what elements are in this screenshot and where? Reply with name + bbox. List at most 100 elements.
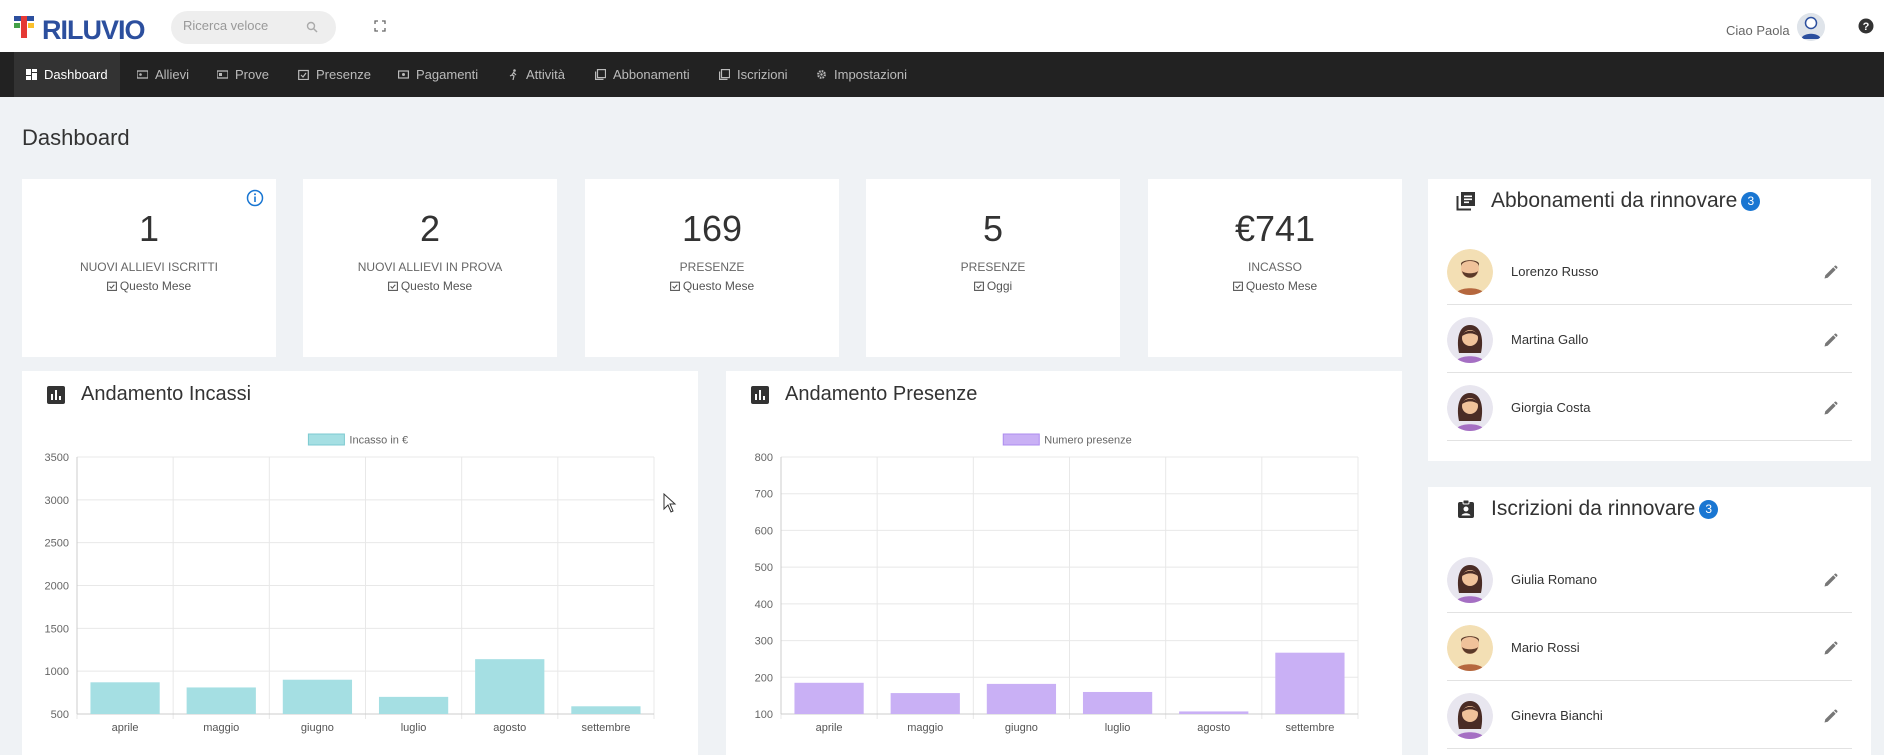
nav-label: Pagamenti [416, 67, 479, 82]
x-tick-label: settembre [1285, 722, 1334, 734]
main-nav: Dashboard Allievi Prove Presenze Pagamen… [0, 52, 1884, 97]
avatar [1447, 385, 1493, 431]
bar-maggio[interactable] [890, 693, 960, 714]
female-avatar-icon [1447, 385, 1493, 431]
search-icon[interactable] [306, 21, 318, 33]
nav-label: Attività [526, 67, 566, 82]
user-avatar[interactable] [1797, 13, 1825, 41]
kpi-trial-students: 2 NUOVI ALLIEVI IN PROVA Questo Mese [303, 179, 557, 357]
y-tick-label: 600 [755, 525, 773, 537]
x-tick-label: agosto [1197, 722, 1230, 734]
y-tick-label: 500 [755, 562, 773, 574]
subscriptions-icon [595, 69, 606, 80]
person-name: Martina Gallo [1511, 332, 1589, 347]
bar-maggio[interactable] [186, 687, 256, 714]
kpi-revenue: €741 INCASSO Questo Mese [1148, 179, 1402, 357]
kpi-period-label: Oggi [986, 279, 1013, 293]
edit-pencil-icon[interactable] [1823, 641, 1838, 656]
subscriptions-icon [1456, 192, 1475, 211]
help-icon[interactable]: ? [1858, 18, 1874, 34]
kpi-value: 1 [138, 208, 160, 249]
bar-settembre[interactable] [1275, 652, 1345, 714]
nav-item-impostazioni[interactable]: Impostazioni [804, 52, 919, 97]
nav-label: Impostazioni [834, 67, 907, 82]
bar-luglio[interactable] [378, 696, 449, 714]
mouse-cursor-icon [663, 493, 677, 513]
bar-agosto[interactable] [1179, 711, 1249, 714]
nav-item-pagamenti[interactable]: Pagamenti [386, 52, 490, 97]
kpi-label: PRESENZE [679, 260, 745, 274]
students-icon [137, 70, 148, 79]
panel-title: Iscrizioni da rinnovare [1491, 497, 1696, 520]
person-row[interactable]: Martina Gallo [1447, 305, 1852, 373]
y-tick-label: 1000 [45, 666, 69, 678]
edit-pencil-icon[interactable] [1823, 709, 1838, 724]
edit-pencil-icon[interactable] [1823, 265, 1838, 280]
user-greeting: Ciao Paola [1726, 23, 1790, 38]
kpi-value: €741 [1234, 208, 1316, 249]
bar-agosto[interactable] [475, 659, 545, 714]
nav-item-presenze[interactable]: Presenze [286, 52, 383, 97]
avatar [1447, 557, 1493, 603]
panel-header: Andamento Presenze [751, 383, 977, 406]
panel-andamento-incassi: Andamento Incassi Incasso in € 500 1000 150… [22, 371, 698, 755]
person-name: Giulia Romano [1511, 572, 1597, 587]
person-row[interactable]: Giorgia Costa [1447, 373, 1852, 441]
person-row[interactable]: Giulia Romano [1447, 545, 1852, 613]
x-tick-label: aprile [816, 722, 843, 734]
app-logo[interactable]: RILUVIO [12, 10, 146, 45]
bar-aprile[interactable] [794, 682, 864, 714]
person-row[interactable]: Ginevra Bianchi [1447, 681, 1852, 749]
person-row[interactable]: Mario Rossi [1447, 613, 1852, 681]
x-tick-label: aprile [112, 722, 139, 734]
nav-item-allievi[interactable]: Allievi [125, 52, 201, 97]
bar-giugno[interactable] [282, 679, 353, 714]
y-tick-label: 200 [755, 672, 773, 684]
nav-label: Prove [235, 67, 269, 82]
person-name: Mario Rossi [1511, 640, 1580, 655]
person-name: Ginevra Bianchi [1511, 708, 1603, 723]
nav-item-abbonamenti[interactable]: Abbonamenti [583, 52, 702, 97]
kpi-attendance-today: 5 PRESENZE Oggi [866, 179, 1120, 357]
edit-pencil-icon[interactable] [1823, 333, 1838, 348]
chart-legend[interactable]: Numero presenze [1002, 433, 1132, 447]
female-avatar-icon [1447, 557, 1493, 603]
person-name: Giorgia Costa [1511, 400, 1591, 415]
legend-label: Numero presenze [1044, 435, 1131, 447]
nav-item-dashboard[interactable]: Dashboard [14, 52, 120, 97]
person-row[interactable]: Lorenzo Russo [1447, 237, 1852, 305]
edit-pencil-icon[interactable] [1823, 401, 1838, 416]
bar-luglio[interactable] [1082, 691, 1153, 714]
dashboard-icon [26, 69, 37, 80]
payment-icon [398, 70, 409, 79]
search-input[interactable] [183, 18, 303, 33]
x-tick-label: giugno [301, 722, 334, 734]
y-tick-label: 3500 [45, 452, 69, 464]
fullscreen-icon[interactable] [374, 20, 386, 32]
kpi-period-label: Questo Mese [1245, 279, 1318, 293]
nav-item-iscrizioni[interactable]: Iscrizioni [707, 52, 800, 97]
bar-giugno[interactable] [986, 683, 1057, 714]
bar-settembre[interactable] [571, 706, 641, 714]
y-tick-label: 300 [755, 636, 773, 648]
quick-search[interactable] [171, 11, 336, 44]
clipboard-user-icon [1458, 499, 1474, 518]
chart-incassi: Incasso in € 500 1000 1500 2000 2500 3000 3500 a… [45, 433, 655, 734]
calendar-check-icon [669, 281, 680, 291]
kpi-period: Questo Mese [1148, 279, 1402, 293]
nav-item-attivita[interactable]: Attività [496, 52, 577, 97]
bar-aprile[interactable] [90, 682, 160, 714]
x-tick-label: maggio [203, 722, 239, 734]
nav-item-prove[interactable]: Prove [205, 52, 281, 97]
edit-pencil-icon[interactable] [1823, 573, 1838, 588]
info-icon[interactable] [246, 189, 264, 207]
kpi-new-students: 1 NUOVI ALLIEVI ISCRITTI Questo Mese [22, 179, 276, 357]
kpi-period: Questo Mese [22, 279, 276, 293]
panel-iscrizioni-da-rinnovare: Iscrizioni da rinnovare 3 Giulia Romano M… [1428, 487, 1871, 755]
chart-legend[interactable]: Incasso in € [307, 433, 408, 447]
legend-label: Incasso in € [349, 435, 408, 447]
kpi-value: 5 [982, 208, 1004, 249]
kpi-attendance-month: 169 PRESENZE Questo Mese [585, 179, 839, 357]
kpi-period: Questo Mese [585, 279, 839, 293]
logo-mark-icon [14, 16, 34, 38]
